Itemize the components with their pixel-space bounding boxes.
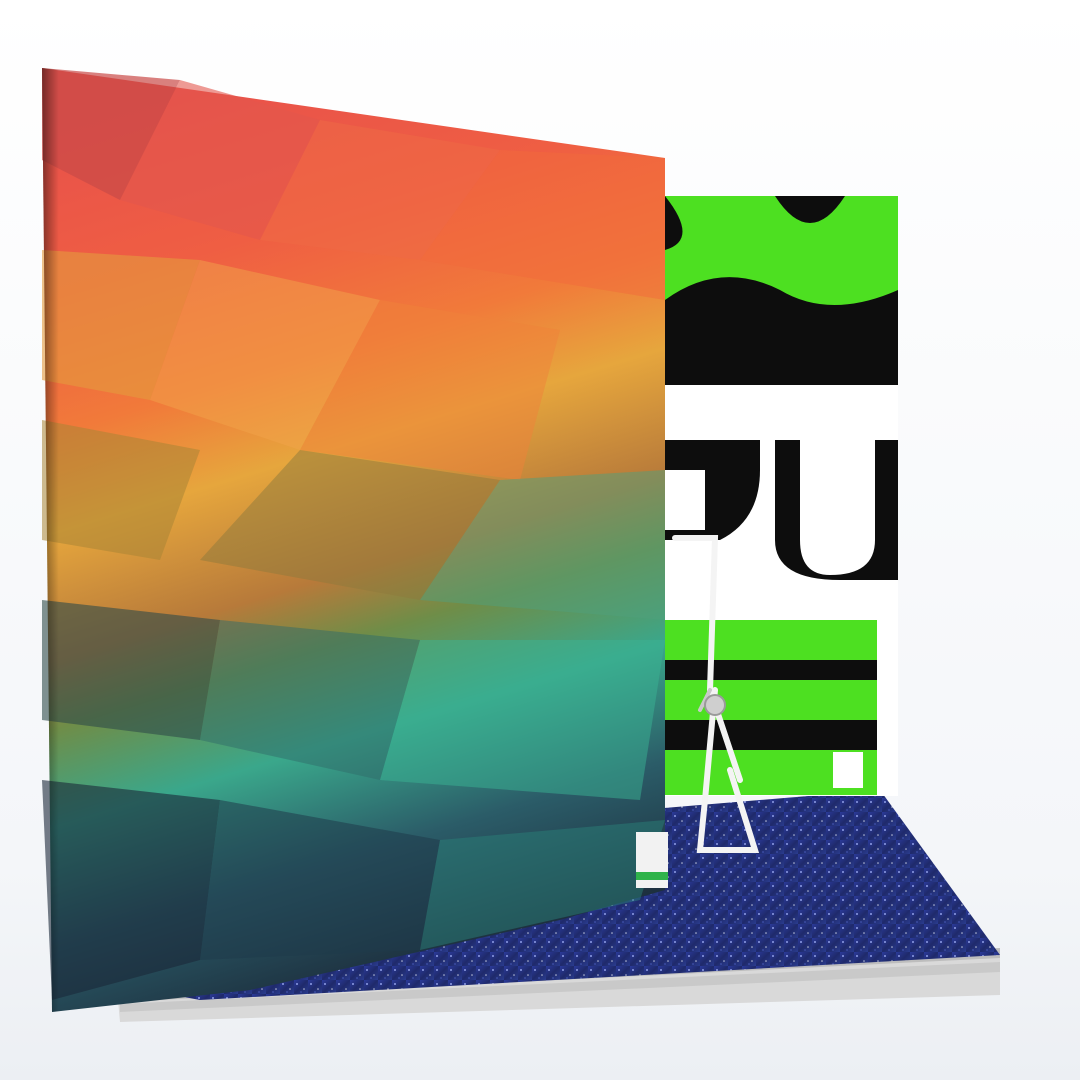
- rainbow-poly-book: [42, 68, 668, 1012]
- photo-scene: [0, 0, 1080, 1080]
- green-pattern-book: [660, 196, 898, 796]
